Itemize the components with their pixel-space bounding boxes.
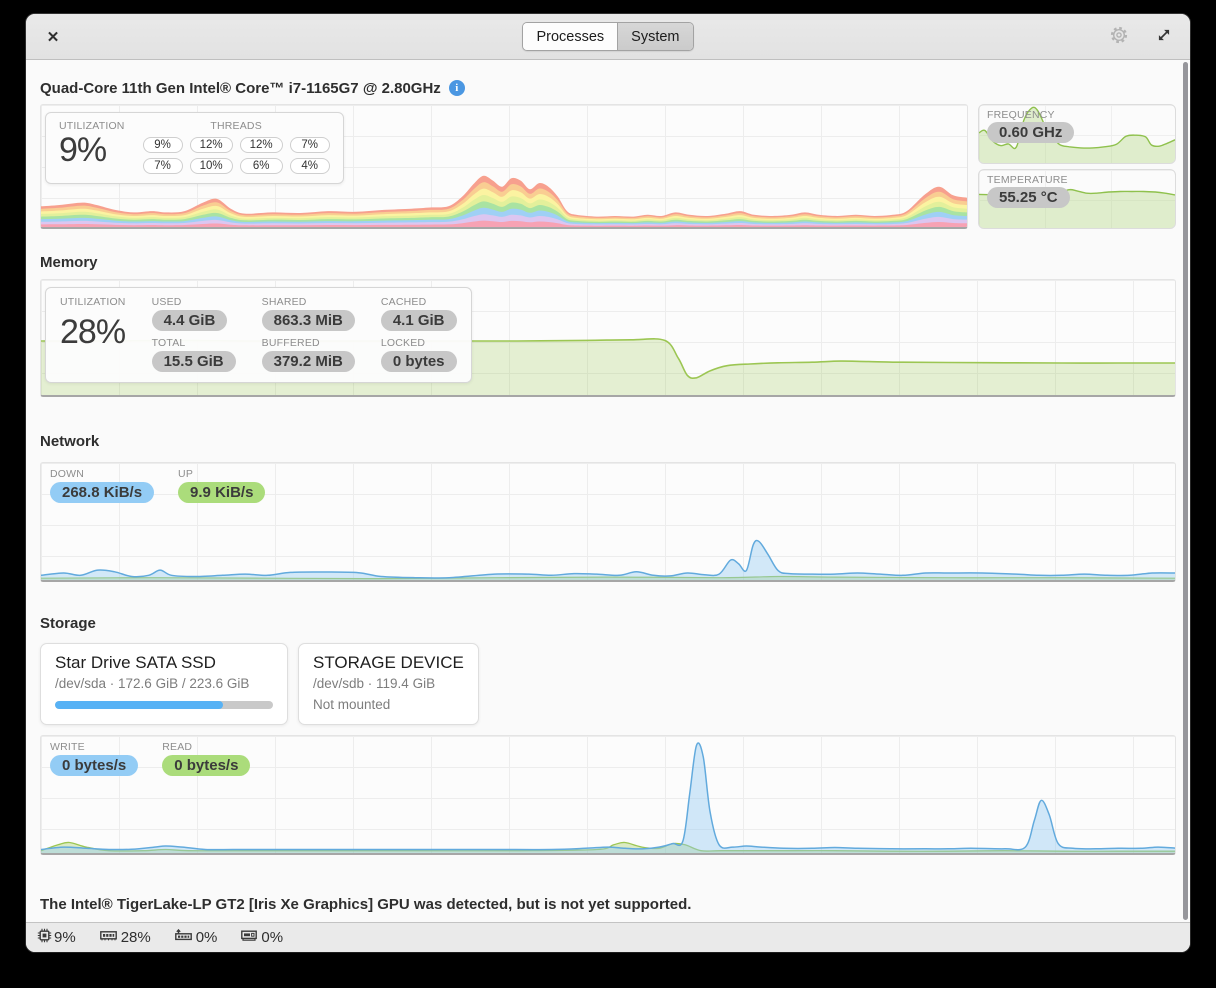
memory-usage-chart: UTILIZATION 28% USED 4.4 GiB TOTAL 15.5 …: [40, 279, 1176, 397]
device-name: Star Drive SATA SSD: [55, 653, 273, 673]
storage-io-chart: WRITE 0 bytes/s READ 0 bytes/s: [40, 735, 1176, 855]
thread-load-pill: 6%: [240, 158, 283, 174]
cpu-title: Quad-Core 11th Gen Intel® Core™ i7-1165G…: [40, 80, 441, 97]
memory-total-value: 15.5 GiB: [152, 351, 236, 372]
device-details: /dev/sdb · 119.4 GiB: [313, 676, 464, 691]
device-name: STORAGE DEVICE: [313, 653, 464, 673]
network-up-value: 9.9 KiB/s: [178, 482, 265, 503]
gpu-unsupported-notice: The Intel® TigerLake-LP GT2 [Iris Xe Gra…: [40, 896, 1176, 913]
thread-load-pill: 12%: [240, 137, 283, 153]
network-icon: [241, 929, 257, 946]
temperature-label: TEMPERATURE: [987, 174, 1068, 186]
memory-icon: [100, 929, 117, 946]
thread-load-pill: 9%: [143, 137, 183, 153]
memory-cached-label: CACHED: [381, 296, 457, 308]
network-usage-chart: DOWN 268.8 KiB/s UP 9.9 KiB/s: [40, 462, 1176, 582]
swap-icon: [175, 929, 192, 946]
storage-device-card: STORAGE DEVICE /dev/sdb · 119.4 GiB Not …: [298, 643, 479, 725]
memory-shared-label: SHARED: [262, 296, 355, 308]
system-monitor-window: ✕ Processes System: [26, 14, 1190, 952]
device-usage-progressbar: [55, 701, 273, 709]
memory-buffered-value: 379.2 MiB: [262, 351, 355, 372]
fullscreen-expand-icon[interactable]: [1156, 27, 1172, 48]
cpu-icon: [37, 928, 52, 947]
vertical-scrollbar[interactable]: [1183, 62, 1188, 920]
temperature-value-badge: 55.25 °C: [987, 187, 1070, 208]
memory-cached-value: 4.1 GiB: [381, 310, 457, 331]
storage-device-card: Star Drive SATA SSD /dev/sda · 172.6 GiB…: [40, 643, 288, 725]
tab-processes[interactable]: Processes: [523, 23, 617, 50]
swap-usage-value: 0%: [196, 929, 218, 946]
memory-utilization-value: 28%: [60, 314, 126, 351]
device-mount-status: Not mounted: [313, 697, 464, 712]
thread-load-pill: 7%: [143, 158, 183, 174]
device-details: /dev/sda · 172.6 GiB / 223.6 GiB: [55, 676, 273, 691]
cpu-info-icon[interactable]: i: [449, 80, 465, 96]
storage-heading: Storage: [40, 615, 1176, 632]
memory-locked-value: 0 bytes: [381, 351, 457, 372]
storage-write-value: 0 bytes/s: [50, 755, 138, 776]
cpu-threads-label: THREADS: [143, 120, 330, 132]
memory-utilization-label: UTILIZATION: [60, 296, 126, 308]
network-down-value: 268.8 KiB/s: [50, 482, 154, 503]
network-down-label: DOWN: [50, 468, 154, 480]
storage-read-label: READ: [162, 741, 250, 753]
header-bar: ✕ Processes System: [26, 14, 1190, 60]
storage-read-value: 0 bytes/s: [162, 755, 250, 776]
memory-used-value: 4.4 GiB: [152, 310, 228, 331]
thread-load-pill: 12%: [190, 137, 233, 153]
memory-locked-label: LOCKED: [381, 337, 457, 349]
memory-heading: Memory: [40, 254, 1176, 271]
memory-total-label: TOTAL: [152, 337, 236, 349]
frequency-value-badge: 0.60 GHz: [987, 122, 1074, 143]
frequency-label: FREQUENCY: [987, 109, 1055, 121]
cpu-usage-chart: UTILIZATION 9% THREADS 9% 12% 12% 7% 7% …: [40, 104, 968, 229]
thread-load-pill: 10%: [190, 158, 233, 174]
cpu-frequency-panel: FREQUENCY 0.60 GHz: [978, 104, 1176, 164]
close-button[interactable]: ✕: [42, 26, 64, 48]
storage-write-label: WRITE: [50, 741, 138, 753]
cpu-stats-panel: UTILIZATION 9% THREADS 9% 12% 12% 7% 7% …: [45, 112, 344, 184]
memory-stats-panel: UTILIZATION 28% USED 4.4 GiB TOTAL 15.5 …: [45, 287, 472, 383]
status-bar: 9% 28%: [26, 922, 1190, 952]
cpu-temperature-panel: TEMPERATURE 55.25 °C: [978, 169, 1176, 229]
network-usage-value: 0%: [261, 929, 283, 946]
network-up-label: UP: [178, 468, 265, 480]
main-content: Quad-Core 11th Gen Intel® Core™ i7-1165G…: [26, 60, 1190, 922]
thread-load-pill: 4%: [290, 158, 330, 174]
settings-gear-icon[interactable]: [1110, 26, 1128, 49]
memory-shared-value: 863.3 MiB: [262, 310, 355, 331]
memory-usage-value: 28%: [121, 929, 151, 946]
thread-load-pill: 7%: [290, 137, 330, 153]
cpu-utilization-value: 9%: [59, 132, 125, 169]
memory-buffered-label: BUFFERED: [262, 337, 355, 349]
memory-used-label: USED: [152, 296, 236, 308]
view-tab-switcher: Processes System: [522, 22, 693, 51]
network-heading: Network: [40, 433, 1176, 450]
tab-system[interactable]: System: [617, 23, 692, 50]
cpu-usage-value: 9%: [54, 929, 76, 946]
